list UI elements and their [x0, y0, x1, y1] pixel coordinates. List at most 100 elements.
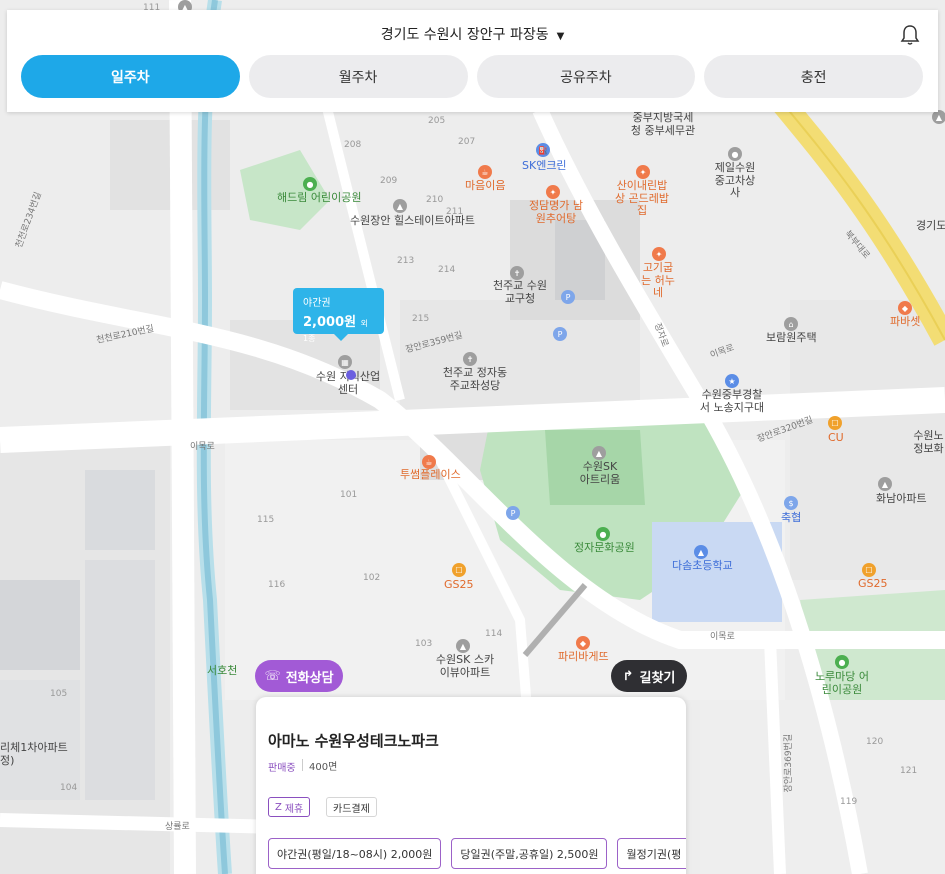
- restaurant-icon[interactable]: ✦: [546, 185, 560, 199]
- map-place[interactable]: 천주교 정자동 주교좌성당: [440, 366, 510, 392]
- apartment-icon[interactable]: ▲: [456, 639, 470, 653]
- apartment-icon[interactable]: ▲: [592, 446, 606, 460]
- map-place-label: 축협: [781, 511, 802, 524]
- map-place[interactable]: 다솜초등학교: [672, 559, 733, 573]
- map-place[interactable]: GS25: [858, 577, 888, 591]
- map-place[interactable]: 정자문화공원: [574, 541, 635, 555]
- building-number: 105: [50, 689, 68, 699]
- map-place[interactable]: 산이내린밥상 곤드레밥집: [612, 179, 672, 218]
- map-place[interactable]: 수원중부경찰서 노송지구대: [697, 388, 767, 414]
- location-selector[interactable]: 경기도 수원시 장안구 파장동 ▼: [7, 24, 938, 44]
- ticket-list[interactable]: 야간권(평일/18~08시) 2,000원 당일권(주말,공휴일) 2,500원…: [268, 838, 686, 869]
- map-place[interactable]: 수원노 정보화: [912, 430, 945, 455]
- building-number: 103: [415, 639, 433, 649]
- building-number: 208: [344, 140, 362, 150]
- map-place[interactable]: 중부지방국세청 중부세무관: [628, 111, 698, 137]
- church-icon[interactable]: ✝: [463, 352, 477, 366]
- map-place-label: 해드림 어린이공원: [277, 191, 362, 204]
- cafe-icon[interactable]: ☕: [478, 165, 492, 179]
- convenience-store-icon[interactable]: ☐: [828, 416, 842, 430]
- map-place[interactable]: 수원SK 스카이뷰아파트: [432, 653, 498, 679]
- parking-icon[interactable]: P: [561, 290, 575, 304]
- map-place-label: 보람원주택: [766, 331, 817, 344]
- map-place[interactable]: 수원SK 아트리움: [578, 460, 622, 486]
- marker-price-value: 2,000원: [303, 315, 357, 330]
- map-place[interactable]: 파리바게뜨: [558, 650, 609, 664]
- ticket-option[interactable]: 당일권(주말,공휴일) 2,500원: [451, 838, 608, 869]
- map-place-label: 투썸플레이스: [400, 468, 461, 481]
- restaurant-icon[interactable]: ✦: [636, 165, 650, 179]
- map-place[interactable]: 투썸플레이스: [400, 468, 461, 482]
- restaurant-icon[interactable]: ✦: [652, 247, 666, 261]
- tab-daily-parking[interactable]: 일주차: [21, 55, 240, 98]
- building-number: 102: [363, 573, 381, 583]
- building-number: 115: [257, 515, 275, 525]
- map-place-label: SK엔크린: [522, 159, 567, 172]
- convenience-store-icon[interactable]: ☐: [862, 563, 876, 577]
- apartment-icon[interactable]: ▲: [393, 199, 407, 213]
- parking-lot-card[interactable]: 아마노 수원우성테크노파크 판매중 400면 Z 제휴 카드결제 야간권(평일/1…: [256, 697, 686, 874]
- map-place[interactable]: 고기굽는 허누네: [638, 261, 678, 300]
- park-icon[interactable]: ●: [303, 177, 317, 191]
- apartment-icon[interactable]: ▲: [932, 110, 945, 124]
- map-place[interactable]: 노루마당 어린이공원: [814, 670, 870, 696]
- park-icon[interactable]: ●: [835, 655, 849, 669]
- map-place[interactable]: 제일수원 중고차상사: [710, 161, 760, 200]
- map-place[interactable]: CU: [828, 431, 844, 445]
- map-place[interactable]: 경기도: [916, 219, 945, 233]
- map-place[interactable]: 서호천: [207, 664, 237, 678]
- partner-badge: Z 제휴: [268, 797, 311, 817]
- building-number: 120: [866, 737, 884, 747]
- directions-label: 길찾기: [639, 670, 676, 686]
- map-place-label: 노루마당 어린이공원: [814, 670, 870, 696]
- building-number: 209: [380, 176, 398, 186]
- bakery-icon[interactable]: ◆: [898, 301, 912, 315]
- building-number: 205: [428, 116, 446, 126]
- house-icon[interactable]: ⌂: [784, 317, 798, 331]
- phone-consult-button[interactable]: ☏ 전화상담: [255, 660, 343, 692]
- church-icon[interactable]: ✝: [510, 266, 524, 280]
- park-icon[interactable]: ●: [596, 527, 610, 541]
- top-header: 경기도 수원시 장안구 파장동 ▼ 일주차 월주차 공유주차 충전: [7, 10, 938, 112]
- phone-consult-label: 전화상담: [285, 670, 334, 686]
- partner-logo-icon: Z: [275, 801, 282, 813]
- map-place[interactable]: 리체1차아파트 정): [0, 741, 70, 767]
- directions-button[interactable]: ↱ 길찾기: [611, 660, 687, 692]
- map-place-label: 파리바게뜨: [558, 650, 609, 663]
- ticket-option[interactable]: 월정기권(평: [617, 838, 686, 869]
- tab-shared-parking[interactable]: 공유주차: [476, 55, 696, 98]
- bank-icon[interactable]: $: [784, 496, 798, 510]
- parking-icon[interactable]: P: [553, 327, 567, 341]
- shop-icon[interactable]: ●: [728, 147, 742, 161]
- map-place[interactable]: SK엔크린: [522, 159, 567, 173]
- tab-monthly-parking[interactable]: 월주차: [248, 55, 468, 98]
- bell-icon[interactable]: [900, 24, 920, 46]
- gas-station-icon[interactable]: ⛽: [536, 143, 550, 157]
- convenience-store-icon[interactable]: ☐: [452, 563, 466, 577]
- building-icon[interactable]: ▦: [338, 355, 352, 369]
- parking-price-marker[interactable]: 야간권 2,000원 외 1종: [293, 288, 384, 343]
- map-place[interactable]: 정담명가 남원추어탕: [526, 199, 586, 225]
- map-place[interactable]: GS25: [444, 578, 474, 592]
- tab-charging[interactable]: 충전: [704, 55, 923, 98]
- road-label: 이목로: [710, 632, 735, 642]
- map-place[interactable]: 마음이음: [465, 179, 505, 193]
- school-icon[interactable]: ▲: [694, 545, 708, 559]
- selected-location-marker[interactable]: [346, 370, 356, 380]
- map-place[interactable]: 파바셋: [890, 315, 920, 329]
- map-place-label: 고기굽는 허누네: [641, 261, 675, 300]
- ticket-option[interactable]: 야간권(평일/18~08시) 2,000원: [268, 838, 442, 869]
- map-place[interactable]: 보람원주택: [766, 331, 817, 345]
- map-place[interactable]: 해드림 어린이공원: [277, 191, 362, 205]
- map-place[interactable]: 천주교 수원교구청: [490, 279, 550, 305]
- map-place-label: 수원중부경찰서 노송지구대: [699, 388, 765, 414]
- map-place[interactable]: 화남아파트: [876, 492, 927, 506]
- police-icon[interactable]: ★: [725, 374, 739, 388]
- road-label: 상률로: [165, 822, 190, 832]
- apartment-icon[interactable]: ▲: [878, 477, 892, 491]
- map-place[interactable]: 축협: [781, 511, 802, 525]
- cafe-icon[interactable]: ☕: [422, 455, 436, 469]
- card-payment-badge: 카드결제: [326, 797, 377, 817]
- parking-icon[interactable]: P: [506, 506, 520, 520]
- bakery-icon[interactable]: ◆: [576, 636, 590, 650]
